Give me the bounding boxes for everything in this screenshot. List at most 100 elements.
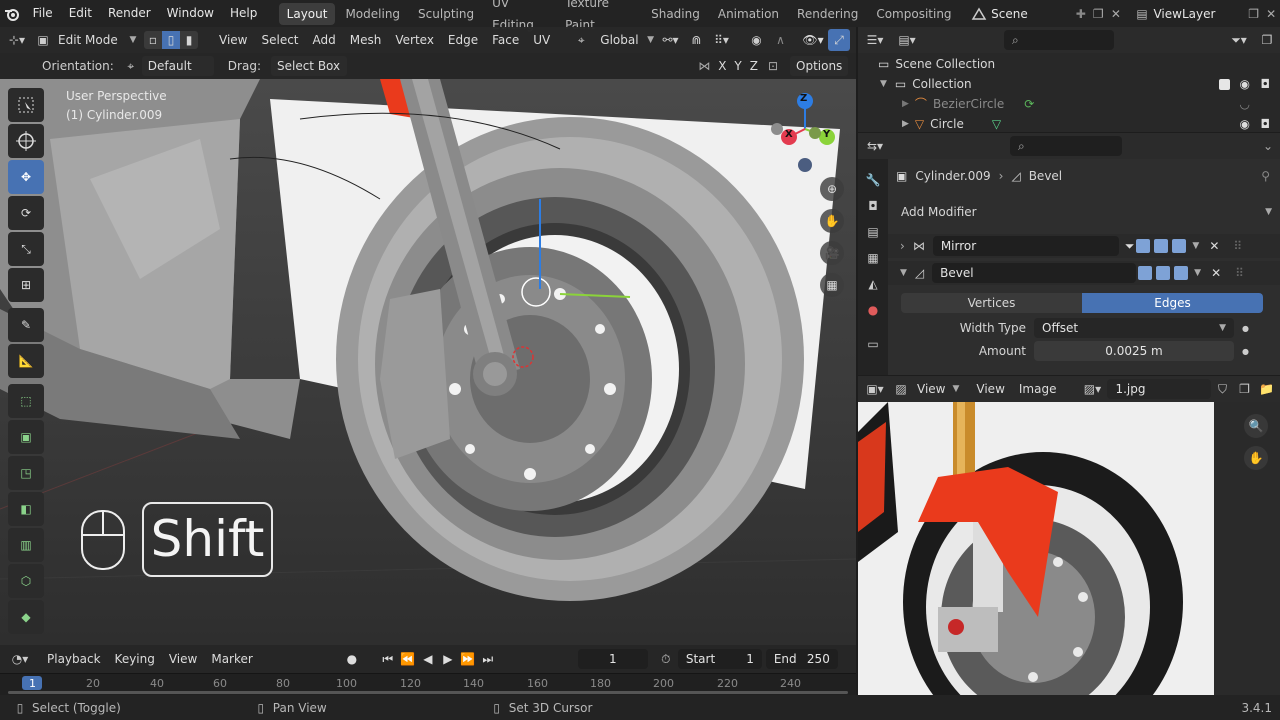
outliner-editor-icon[interactable]: ☰▾ (858, 33, 892, 47)
affect-vertices-button[interactable]: Vertices (901, 293, 1082, 313)
play-reverse-icon[interactable]: ◀ (418, 652, 438, 666)
view-mode-dropdown[interactable]: View (910, 378, 952, 400)
drag-handle-icon[interactable]: ⠿ (1233, 239, 1242, 253)
image-name-field[interactable]: 1.jpg (1107, 379, 1212, 399)
cursor-tool-icon[interactable] (8, 124, 44, 158)
tab-shading[interactable]: Shading (643, 3, 708, 25)
transform-tool-icon[interactable]: ⊞ (8, 268, 44, 302)
loop-cut-tool-icon[interactable]: ▥ (8, 528, 44, 562)
jump-start-icon[interactable]: ⏮ (378, 652, 398, 667)
tool-tab-icon[interactable]: 🔧 (858, 167, 888, 193)
menu-face[interactable]: Face (485, 29, 526, 51)
viewport-toggle-icon[interactable] (1154, 239, 1169, 253)
modifier-bevel[interactable]: ▼ ◿ Bevel ▼ ✕ ⠿ (888, 261, 1280, 285)
knife-tool-icon[interactable]: ⬡ (8, 564, 44, 598)
outliner-search-input[interactable]: ⌕ (1004, 30, 1114, 50)
navigation-gizmo[interactable]: Z Y X (765, 89, 841, 175)
eye-icon[interactable]: ◉ (1240, 114, 1250, 134)
editor-type-clock-icon[interactable]: ◔▾ (0, 652, 40, 666)
render-toggle-icon[interactable] (1174, 266, 1189, 280)
properties-editor-icon[interactable]: ⇆▾ (858, 139, 892, 153)
tab-modeling[interactable]: Modeling (337, 3, 408, 25)
select-box-tool-icon[interactable] (8, 88, 44, 122)
menu-edge[interactable]: Edge (441, 29, 485, 51)
falloff-icon[interactable]: ∧ (768, 33, 794, 47)
image-editor-canvas[interactable]: 🔍 ✋ (858, 402, 1280, 695)
axis-z-toggle[interactable]: Z (746, 55, 762, 77)
timeline-scrubber[interactable]: 1 20 40 60 80 100 120 140 160 180 200 22… (0, 673, 856, 695)
menu-vertex[interactable]: Vertex (388, 29, 441, 51)
eye-hidden-icon[interactable]: ◡ (1240, 94, 1250, 114)
outliner-row-scene-collection[interactable]: ▭ Scene Collection (858, 54, 1280, 74)
new-view-layer-icon[interactable]: ❐ (1245, 7, 1263, 21)
tab-animation[interactable]: Animation (710, 3, 787, 25)
expand-chevron-icon[interactable]: ▼ (880, 74, 887, 94)
editmode-toggle-icon[interactable] (1136, 239, 1151, 253)
face-select-icon[interactable]: ▮ (180, 31, 198, 49)
editmode-toggle-icon[interactable] (1138, 266, 1153, 280)
view-layer-name[interactable]: ViewLayer (1153, 7, 1244, 21)
timeline-scrollbar[interactable] (8, 691, 848, 694)
animate-property-dot-icon[interactable]: ● (1242, 347, 1249, 356)
menu-file[interactable]: File (25, 0, 61, 27)
frame-start-field[interactable]: Start 1 (677, 649, 762, 669)
eye-icon[interactable]: ◉ (1240, 74, 1250, 94)
expand-chevron-icon[interactable]: ▶ (902, 94, 909, 114)
current-frame-field[interactable]: 1 (577, 649, 648, 669)
menu-marker[interactable]: Marker (204, 648, 259, 670)
play-icon[interactable]: ▶ (438, 652, 458, 666)
scene-icon[interactable] (967, 7, 992, 21)
drag-handle-icon[interactable]: ⠿ (1235, 266, 1244, 280)
menu-mesh[interactable]: Mesh (343, 29, 389, 51)
menu-render[interactable]: Render (100, 0, 159, 27)
close-view-layer-icon[interactable]: ✕ (1262, 7, 1280, 21)
outliner-row-circle[interactable]: ▶ ▽ Circle ▽ ◉ ◘ (858, 114, 1280, 134)
axis-x-toggle[interactable]: X (714, 55, 730, 77)
menu-keying[interactable]: Keying (108, 648, 162, 670)
menu-playback[interactable]: Playback (40, 648, 108, 670)
move-tool-icon[interactable]: ✥ (8, 160, 44, 194)
chevron-right-icon[interactable]: › (900, 239, 905, 253)
pin-icon[interactable]: ✚ (1072, 7, 1090, 21)
properties-search-input[interactable]: ⌕ (1010, 136, 1122, 156)
annotate-tool-icon[interactable]: ✎ (8, 308, 44, 342)
poly-build-tool-icon[interactable]: ◆ (8, 600, 44, 634)
measure-tool-icon[interactable]: 📐 (8, 344, 44, 378)
output-tab-icon[interactable]: ▤ (858, 219, 888, 245)
expand-icon[interactable]: ⌄ (1256, 139, 1280, 153)
menu-select[interactable]: Select (254, 29, 305, 51)
tab-sculpting[interactable]: Sculpting (410, 3, 482, 25)
grid-perspective-icon[interactable]: ▦ (820, 273, 844, 297)
scale-tool-icon[interactable]: ⤡ (8, 232, 44, 266)
menu-timeline-view[interactable]: View (162, 648, 204, 670)
blender-logo-icon[interactable] (0, 0, 25, 27)
fake-user-icon[interactable]: ⛉ (1211, 382, 1233, 397)
edge-select-icon[interactable]: ▯ (162, 31, 180, 49)
tab-layout[interactable]: Layout (278, 2, 336, 25)
camera-render-icon[interactable]: ◘ (1261, 114, 1271, 134)
zoom-in-icon[interactable]: ⊕ (820, 177, 844, 201)
world-tab-icon[interactable]: ● (858, 297, 888, 323)
mode-dropdown[interactable]: Edit Mode (52, 30, 128, 50)
menu-edit[interactable]: Edit (61, 0, 100, 27)
new-image-icon[interactable]: ❐ (1233, 382, 1255, 396)
auto-merge-icon[interactable]: ⊡ (762, 59, 784, 73)
camera-render-icon[interactable]: ◘ (1261, 74, 1271, 94)
stopwatch-icon[interactable]: ⏱ (654, 652, 678, 667)
zoom-icon[interactable]: 🔍 (1244, 414, 1268, 438)
vertex-select-icon[interactable]: ▫ (144, 31, 162, 49)
bevel-name-field[interactable]: Bevel (932, 263, 1137, 283)
delete-modifier-icon[interactable]: ✕ (1211, 266, 1221, 280)
view-layer-tab-icon[interactable]: ▦ (858, 245, 888, 271)
affect-edges-button[interactable]: Edges (1082, 293, 1263, 313)
menu-window[interactable]: Window (159, 0, 222, 27)
menu-help[interactable]: Help (222, 0, 265, 27)
jump-end-icon[interactable]: ⏭ (478, 652, 498, 667)
next-key-icon[interactable]: ⏩ (458, 652, 478, 666)
checkbox-icon[interactable] (1219, 78, 1230, 90)
display-mode-icon[interactable]: ▤▾ (892, 33, 922, 47)
close-icon[interactable]: ✕ (1107, 7, 1125, 21)
record-icon[interactable]: ● (340, 652, 364, 666)
width-type-dropdown[interactable]: Offset ▼ (1034, 318, 1234, 338)
edit-cage-icon[interactable]: ⏷ (1125, 239, 1135, 254)
